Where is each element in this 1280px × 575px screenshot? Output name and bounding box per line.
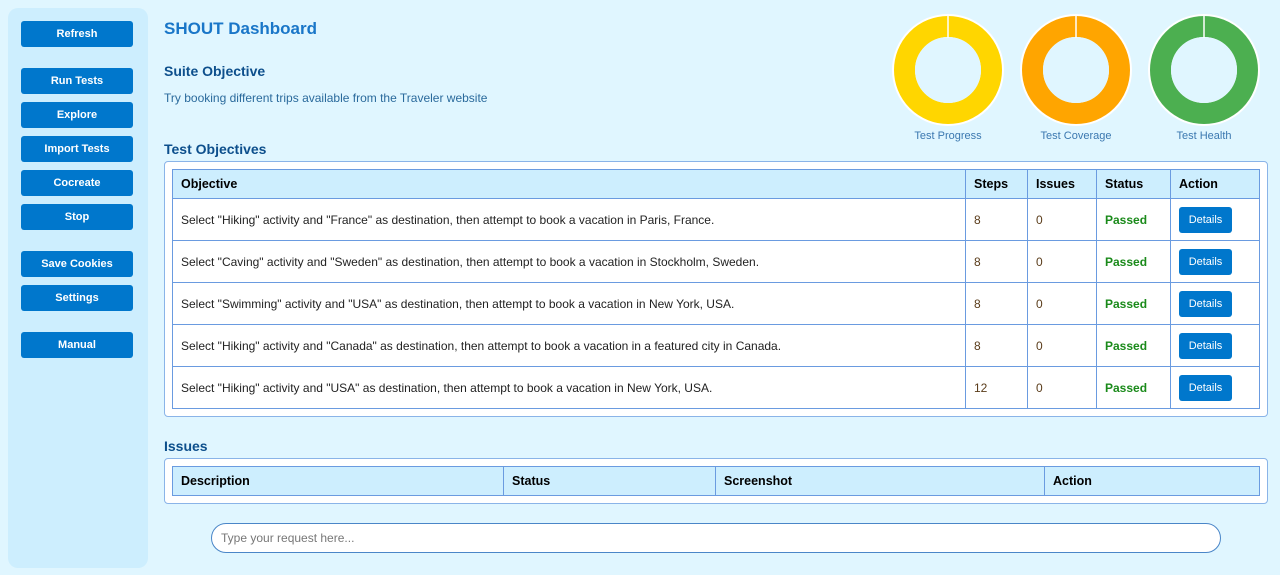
manual-button[interactable]: Manual bbox=[21, 332, 133, 358]
issues-cell: 0 bbox=[1027, 366, 1097, 409]
test-progress-label: Test Progress bbox=[914, 130, 982, 142]
status-cell: Passed bbox=[1096, 366, 1171, 409]
col-description: Description bbox=[172, 466, 504, 496]
test-objectives-panel: Objective Steps Issues Status Action Sel… bbox=[164, 161, 1268, 417]
status-cell: Passed bbox=[1096, 198, 1171, 241]
test-health-donut bbox=[1148, 14, 1260, 126]
suite-objective-heading: Suite Objective bbox=[164, 63, 266, 79]
table-row: Select "Caving" activity and "Sweden" as… bbox=[172, 240, 1260, 283]
explore-button[interactable]: Explore bbox=[21, 102, 133, 128]
suite-objective-text: Try booking different trips available fr… bbox=[164, 91, 488, 105]
objective-cell: Select "Caving" activity and "Sweden" as… bbox=[172, 240, 966, 283]
steps-cell: 12 bbox=[965, 366, 1028, 409]
details-button[interactable]: Details bbox=[1179, 374, 1232, 401]
refresh-button[interactable]: Refresh bbox=[21, 21, 133, 47]
save-cookies-button[interactable]: Save Cookies bbox=[21, 251, 133, 277]
col-screenshot: Screenshot bbox=[715, 466, 1045, 496]
action-cell: Details bbox=[1170, 324, 1260, 367]
table-row: Select "Hiking" activity and "USA" as de… bbox=[172, 366, 1260, 409]
col-action: Action bbox=[1044, 466, 1260, 496]
col-status: Status bbox=[503, 466, 716, 496]
status-cell: Passed bbox=[1096, 324, 1171, 367]
steps-cell: 8 bbox=[965, 198, 1028, 241]
test-coverage-donut bbox=[1020, 14, 1132, 126]
action-cell: Details bbox=[1170, 282, 1260, 325]
issues-cell: 0 bbox=[1027, 240, 1097, 283]
status-cell: Passed bbox=[1096, 282, 1171, 325]
objective-cell: Select "Hiking" activity and "USA" as de… bbox=[172, 366, 966, 409]
settings-button[interactable]: Settings bbox=[21, 285, 133, 311]
col-action: Action bbox=[1170, 169, 1260, 199]
issues-table: Description Status Screenshot Action bbox=[172, 466, 1260, 496]
details-button[interactable]: Details bbox=[1179, 206, 1232, 233]
test-health-label: Test Health bbox=[1176, 130, 1232, 142]
table-row: Select "Swimming" activity and "USA" as … bbox=[172, 282, 1260, 325]
objective-cell: Select "Hiking" activity and "Canada" as… bbox=[172, 324, 966, 367]
sidebar: Refresh Run Tests Explore Import Tests Cocre… bbox=[8, 8, 148, 568]
test-coverage-label: Test Coverage bbox=[1040, 130, 1112, 142]
test-objectives-heading: Test Objectives bbox=[164, 141, 267, 157]
issues-cell: 0 bbox=[1027, 324, 1097, 367]
col-status: Status bbox=[1096, 169, 1171, 199]
details-button[interactable]: Details bbox=[1179, 248, 1232, 275]
test-progress-donut bbox=[892, 14, 1004, 126]
action-cell: Details bbox=[1170, 366, 1260, 409]
issues-panel: Description Status Screenshot Action bbox=[164, 458, 1268, 504]
col-objective: Objective bbox=[172, 169, 966, 199]
issues-cell: 0 bbox=[1027, 282, 1097, 325]
issues-cell: 0 bbox=[1027, 198, 1097, 241]
page-title: SHOUT Dashboard bbox=[164, 19, 318, 38]
details-button[interactable]: Details bbox=[1179, 290, 1232, 317]
steps-cell: 8 bbox=[965, 282, 1028, 325]
col-issues: Issues bbox=[1027, 169, 1097, 199]
import-tests-button[interactable]: Import Tests bbox=[21, 136, 133, 162]
table-row: Select "Hiking" activity and "France" as… bbox=[172, 198, 1260, 241]
status-cell: Passed bbox=[1096, 240, 1171, 283]
steps-cell: 8 bbox=[965, 324, 1028, 367]
action-cell: Details bbox=[1170, 240, 1260, 283]
details-button[interactable]: Details bbox=[1179, 332, 1232, 359]
steps-cell: 8 bbox=[965, 240, 1028, 283]
objective-cell: Select "Hiking" activity and "France" as… bbox=[172, 198, 966, 241]
run-tests-button[interactable]: Run Tests bbox=[21, 68, 133, 94]
stop-button[interactable]: Stop bbox=[21, 204, 133, 230]
issues-heading: Issues bbox=[164, 438, 208, 454]
cocreate-button[interactable]: Cocreate bbox=[21, 170, 133, 196]
action-cell: Details bbox=[1170, 198, 1260, 241]
col-steps: Steps bbox=[965, 169, 1028, 199]
request-input[interactable] bbox=[211, 523, 1221, 553]
test-objectives-table: Objective Steps Issues Status Action Sel… bbox=[172, 169, 1260, 409]
objective-cell: Select "Swimming" activity and "USA" as … bbox=[172, 282, 966, 325]
table-row: Select "Hiking" activity and "Canada" as… bbox=[172, 324, 1260, 367]
